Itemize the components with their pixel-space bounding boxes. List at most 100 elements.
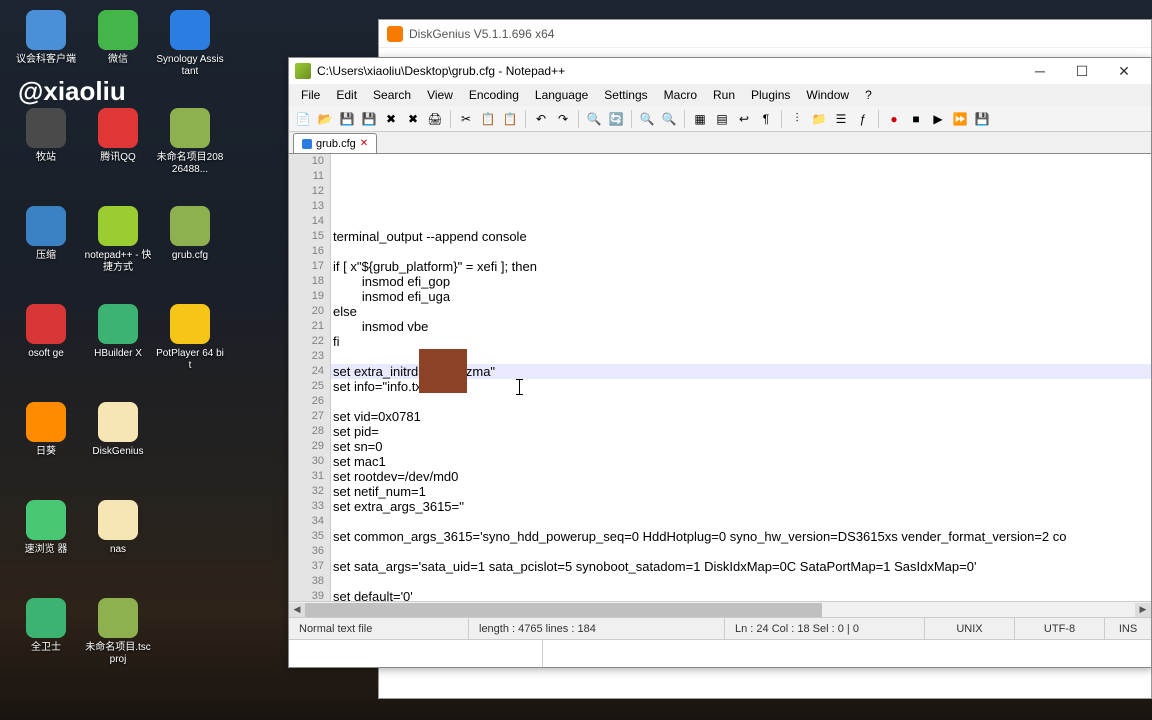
desktop-icon[interactable] [154, 402, 226, 500]
menu-run[interactable]: Run [705, 86, 743, 104]
scroll-right-arrow[interactable]: ▶ [1135, 603, 1151, 617]
app-icon [26, 10, 66, 50]
diskgenius-titlebar[interactable]: DiskGenius V5.1.1.696 x64 [379, 20, 1151, 48]
scrollbar-thumb[interactable] [305, 603, 822, 617]
file-saved-icon [302, 139, 312, 149]
code-content[interactable]: terminal_output --append consoleif [ x"$… [331, 154, 1151, 601]
open-file-button[interactable]: 📂 [315, 109, 335, 129]
menu-edit[interactable]: Edit [328, 86, 365, 104]
sync-h-button[interactable]: ▤ [712, 109, 732, 129]
status-eol: UNIX [925, 618, 1015, 639]
desktop-icon[interactable]: grub.cfg [154, 206, 226, 304]
editor-area[interactable]: 1011121314151617181920212223242526272829… [289, 154, 1151, 601]
desktop-icon[interactable]: 日葵 [10, 402, 82, 500]
notepadpp-icon [295, 63, 311, 79]
menu-settings[interactable]: Settings [596, 86, 655, 104]
desktop-icon[interactable]: 全卫士 [10, 598, 82, 696]
menu-language[interactable]: Language [527, 86, 596, 104]
desktop-icon[interactable]: DiskGenius [82, 402, 154, 500]
status-encoding: UTF-8 [1015, 618, 1105, 639]
desktop-icon[interactable]: PotPlayer 64 bit [154, 304, 226, 402]
icon-label: osoft ge [28, 348, 64, 360]
menu-encoding[interactable]: Encoding [461, 86, 527, 104]
icon-label: 日葵 [36, 446, 56, 458]
desktop-icon[interactable]: 牧站 [10, 108, 82, 206]
menu-search[interactable]: Search [365, 86, 419, 104]
app-icon [170, 10, 210, 50]
desktop-icon[interactable]: nas [82, 500, 154, 598]
icon-label: 牧站 [36, 152, 56, 164]
statusbar: Normal text file length : 4765 lines : 1… [289, 617, 1151, 639]
desktop-icon[interactable]: HBuilder X [82, 304, 154, 402]
new-file-button[interactable]: 📄 [293, 109, 313, 129]
close-button[interactable]: ✕ [1103, 59, 1145, 83]
copy-button[interactable]: 📋 [478, 109, 498, 129]
app-icon [26, 598, 66, 638]
app-icon [98, 206, 138, 246]
desktop-icon[interactable]: notepad++ - 快捷方式 [82, 206, 154, 304]
diskgenius-title: DiskGenius V5.1.1.696 x64 [409, 27, 554, 41]
icon-label: 未命名项目20826488... [155, 152, 225, 176]
notepadpp-titlebar[interactable]: C:\Users\xiaoliu\Desktop\grub.cfg - Note… [289, 58, 1151, 84]
menu-?[interactable]: ? [857, 86, 880, 104]
play-multi-button[interactable]: ⏩ [950, 109, 970, 129]
desktop-icon[interactable] [154, 500, 226, 598]
show-chars-button[interactable]: ¶ [756, 109, 776, 129]
menu-macro[interactable]: Macro [656, 86, 705, 104]
cut-button[interactable]: ✂ [456, 109, 476, 129]
desktop-icon[interactable]: 压缩 [10, 206, 82, 304]
undo-button[interactable]: ↶ [531, 109, 551, 129]
app-icon [98, 304, 138, 344]
save-button[interactable]: 💾 [337, 109, 357, 129]
status-filetype: Normal text file [289, 618, 469, 639]
app-icon [98, 598, 138, 638]
menu-window[interactable]: Window [798, 86, 857, 104]
zoom-in-button[interactable]: 🔍 [637, 109, 657, 129]
replace-button[interactable]: 🔄 [606, 109, 626, 129]
status-length: length : 4765 lines : 184 [469, 618, 725, 639]
close-file-button[interactable]: ✖ [381, 109, 401, 129]
icon-label: DiskGenius [92, 446, 143, 458]
record-button[interactable]: ● [884, 109, 904, 129]
desktop-icon[interactable]: 速浏览 器 [10, 500, 82, 598]
func-list-button[interactable]: ƒ [853, 109, 873, 129]
desktop-icon[interactable]: 腾讯QQ [82, 108, 154, 206]
close-all-button[interactable]: ✖ [403, 109, 423, 129]
horizontal-scrollbar[interactable]: ◀ ▶ [289, 601, 1151, 617]
wrap-button[interactable]: ↩ [734, 109, 754, 129]
sync-v-button[interactable]: ▦ [690, 109, 710, 129]
icon-label: 微信 [108, 54, 128, 66]
desktop-icon[interactable]: 未命名项目.tscproj [82, 598, 154, 696]
bottom-panel [289, 639, 1151, 667]
zoom-out-button[interactable]: 🔍 [659, 109, 679, 129]
text-cursor [519, 379, 520, 395]
menu-plugins[interactable]: Plugins [743, 86, 798, 104]
minimize-button[interactable]: ─ [1019, 59, 1061, 83]
stop-button[interactable]: ■ [906, 109, 926, 129]
diskgenius-icon [387, 26, 403, 42]
redo-button[interactable]: ↷ [553, 109, 573, 129]
doc-map-button[interactable]: ☰ [831, 109, 851, 129]
desktop-icon[interactable]: osoft ge [10, 304, 82, 402]
save-macro-button[interactable]: 💾 [972, 109, 992, 129]
tab-close-icon[interactable]: ✕ [360, 138, 368, 149]
find-button[interactable]: 🔍 [584, 109, 604, 129]
app-icon [26, 108, 66, 148]
play-button[interactable]: ▶ [928, 109, 948, 129]
desktop-icon[interactable]: Synology Assistant [154, 10, 226, 108]
menu-view[interactable]: View [419, 86, 461, 104]
icon-label: Synology Assistant [155, 54, 225, 78]
indent-guide-button[interactable]: ⫶ [787, 109, 807, 129]
save-all-button[interactable]: 💾 [359, 109, 379, 129]
folder-button[interactable]: 📁 [809, 109, 829, 129]
menu-file[interactable]: File [293, 86, 328, 104]
desktop-icon[interactable]: 未命名项目20826488... [154, 108, 226, 206]
redacted-block [419, 349, 467, 393]
status-mode: INS [1105, 618, 1151, 639]
paste-button[interactable]: 📋 [500, 109, 520, 129]
maximize-button[interactable]: ☐ [1061, 59, 1103, 83]
print-button[interactable]: 🖨 [425, 109, 445, 129]
scroll-left-arrow[interactable]: ◀ [289, 603, 305, 617]
app-icon [98, 500, 138, 540]
tab-grub-cfg[interactable]: grub.cfg ✕ [293, 133, 377, 153]
